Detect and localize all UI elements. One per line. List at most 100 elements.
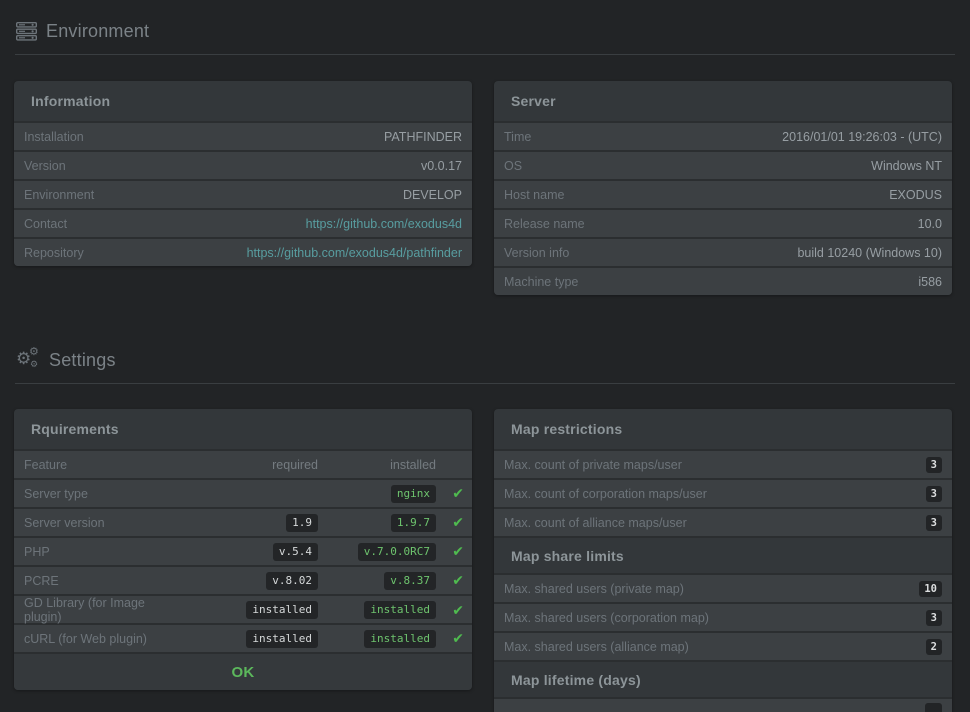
feature-label: Server type: [24, 487, 168, 501]
setting-label: Max. count of alliance maps/user: [504, 516, 687, 530]
check-icon: ✔: [452, 485, 464, 501]
map-settings-panel: Map restrictions Max. count of private m…: [494, 409, 952, 712]
map-lifetime-title: Map lifetime (days): [494, 660, 952, 697]
installed-badge: nginx: [391, 485, 436, 503]
column-header-installed: installed: [318, 458, 436, 472]
table-row: OS Windows NT: [494, 150, 952, 179]
information-panel-title: Information: [14, 81, 472, 121]
row-label: Time: [504, 130, 531, 144]
table-row: Server version 1.9 1.9.7 ✔: [14, 507, 472, 536]
requirements-panel-title: Rquirements: [14, 409, 472, 449]
setting-value-badge: 3: [926, 515, 942, 531]
installed-badge: v.8.37: [384, 572, 436, 590]
row-label: Release name: [504, 217, 585, 231]
setting-value-badge: 2: [926, 639, 942, 655]
column-header-required: required: [168, 458, 318, 472]
row-value: 2016/01/01 19:26:03 - (UTC): [782, 130, 942, 144]
setting-label: Max. shared users (corporation map): [504, 611, 709, 625]
feature-label: GD Library (for Image plugin): [24, 596, 168, 624]
information-panel: Information Installation PATHFINDER Vers…: [14, 81, 472, 266]
row-value: build 10240 (Windows 10): [797, 246, 942, 260]
setting-value-badge: 3: [926, 486, 942, 502]
table-header-row: Feature required installed: [14, 449, 472, 478]
divider: [15, 383, 955, 384]
table-row: Repository https://github.com/exodus4d/p…: [14, 237, 472, 266]
check-icon: ✔: [452, 630, 464, 646]
table-row: PCRE v.8.02 v.8.37 ✔: [14, 565, 472, 594]
setting-value-badge: 3: [926, 457, 942, 473]
setting-label: Max. count of private maps/user: [504, 458, 682, 472]
setting-value-badge: 3: [926, 610, 942, 626]
row-label: Contact: [24, 217, 67, 231]
table-row: Max. shared users (corporation map) 3: [494, 602, 952, 631]
row-value: EXODUS: [889, 188, 942, 202]
table-row: Server type nginx ✔: [14, 478, 472, 507]
server-panel: Server Time 2016/01/01 19:26:03 - (UTC) …: [494, 81, 952, 295]
setting-value-badge: 10: [919, 581, 942, 597]
divider: [15, 54, 955, 55]
page-title-environment: Environment: [46, 21, 149, 42]
row-value: i586: [918, 275, 942, 289]
row-value: 10.0: [918, 217, 942, 231]
table-row: Host name EXODUS: [494, 179, 952, 208]
table-row: Time 2016/01/01 19:26:03 - (UTC): [494, 121, 952, 150]
installed-badge: v.7.0.0RC7: [358, 543, 436, 561]
settings-section-header: ⚙ ⚙ ⚙ Settings: [15, 295, 955, 384]
check-icon: ✔: [452, 602, 464, 618]
row-label: Repository: [24, 246, 84, 260]
table-row: Installation PATHFINDER: [14, 121, 472, 150]
table-row: Max. count of private maps/user 3: [494, 449, 952, 478]
table-row: Max. count of alliance maps/user 3: [494, 507, 952, 536]
table-row-partial: [494, 697, 952, 712]
check-icon: ✔: [452, 514, 464, 530]
table-row: Max. shared users (private map) 10: [494, 573, 952, 602]
server-panel-title: Server: [494, 81, 952, 121]
required-badge: v.5.4: [273, 543, 318, 561]
row-label: OS: [504, 159, 522, 173]
row-label: Machine type: [504, 275, 578, 289]
row-value: DEVELOP: [403, 188, 462, 202]
requirements-panel: Rquirements Feature required installed S…: [14, 409, 472, 690]
table-row: Machine type i586: [494, 266, 952, 295]
feature-label: Server version: [24, 516, 168, 530]
row-value: Windows NT: [871, 159, 942, 173]
server-stack-icon: [16, 22, 37, 41]
required-badge: installed: [246, 601, 318, 619]
table-row: GD Library (for Image plugin) installed …: [14, 594, 472, 623]
feature-label: cURL (for Web plugin): [24, 632, 168, 646]
gears-icon: ⚙ ⚙ ⚙: [16, 349, 40, 371]
table-row: Max. count of corporation maps/user 3: [494, 478, 952, 507]
table-row: Environment DEVELOP: [14, 179, 472, 208]
environment-section-header: Environment: [15, 0, 955, 55]
required-badge: 1.9: [286, 514, 318, 532]
feature-label: PCRE: [24, 574, 168, 588]
table-row: Max. shared users (alliance map) 2: [494, 631, 952, 660]
contact-link[interactable]: https://github.com/exodus4d: [306, 217, 462, 231]
installed-badge: installed: [364, 601, 436, 619]
check-icon: ✔: [452, 543, 464, 559]
requirements-status: OK: [14, 652, 472, 690]
setting-label: Max. shared users (private map): [504, 582, 684, 596]
check-icon: ✔: [452, 572, 464, 588]
page-title-settings: Settings: [49, 350, 116, 371]
installed-badge: 1.9.7: [391, 514, 436, 532]
setting-label: Max. count of corporation maps/user: [504, 487, 707, 501]
table-row: Version v0.0.17: [14, 150, 472, 179]
row-label: Version: [24, 159, 66, 173]
table-row: Contact https://github.com/exodus4d: [14, 208, 472, 237]
table-row: Version info build 10240 (Windows 10): [494, 237, 952, 266]
table-row: PHP v.5.4 v.7.0.0RC7 ✔: [14, 536, 472, 565]
map-share-limits-title: Map share limits: [494, 536, 952, 573]
row-label: Environment: [24, 188, 94, 202]
table-row: cURL (for Web plugin) installed installe…: [14, 623, 472, 652]
row-label: Installation: [24, 130, 84, 144]
table-row: Release name 10.0: [494, 208, 952, 237]
setting-label: Max. shared users (alliance map): [504, 640, 689, 654]
feature-label: PHP: [24, 545, 168, 559]
row-value: PATHFINDER: [384, 130, 462, 144]
row-value: v0.0.17: [421, 159, 462, 173]
installed-badge: installed: [364, 630, 436, 648]
repository-link[interactable]: https://github.com/exodus4d/pathfinder: [247, 246, 462, 260]
column-header-feature: Feature: [24, 458, 168, 472]
required-badge: v.8.02: [266, 572, 318, 590]
